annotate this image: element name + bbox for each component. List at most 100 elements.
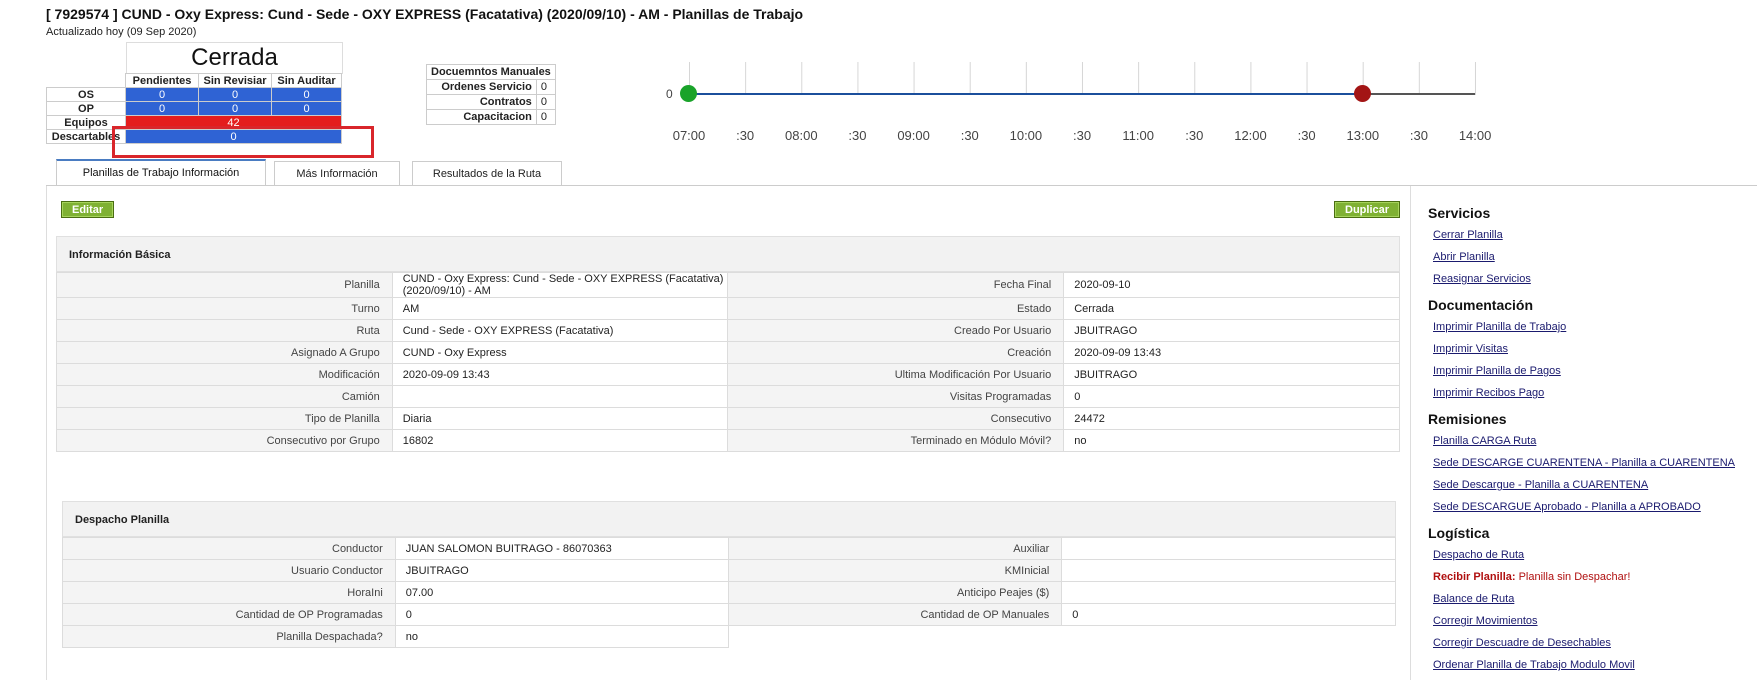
field-label: Asignado A Grupo	[56, 341, 393, 364]
edit-button[interactable]: Editar	[61, 201, 115, 218]
sidebar-link[interactable]: Sede DESCARGE CUARENTENA - Planilla a CU…	[1433, 457, 1735, 469]
tab-mas-informacion[interactable]: Más Información	[274, 161, 400, 185]
field-label: Creado Por Usuario	[727, 319, 1065, 342]
field-label: Usuario Conductor	[62, 559, 396, 582]
sidebar-section-title: Logística	[1428, 525, 1490, 541]
sidebar-section-title: Documentación	[1428, 297, 1534, 313]
tab-resultados-ruta[interactable]: Resultados de la Ruta	[412, 161, 562, 185]
page-title: [ 7929574 ] CUND - Oxy Express: Cund - S…	[46, 6, 804, 22]
field-value: 07.00	[394, 581, 729, 604]
sidebar-link[interactable]: Planilla CARGA Ruta	[1433, 435, 1536, 447]
field-value: JBUITRAGO	[394, 559, 729, 582]
sidebar-link[interactable]: Despacho de Ruta	[1433, 549, 1524, 561]
field-value: JBUITRAGO	[1063, 319, 1400, 342]
timeline-rest-line	[1362, 93, 1475, 95]
timeline-start-value: 0	[666, 87, 673, 101]
field-label: Turno	[56, 297, 393, 320]
dispatch-header: Despacho Planilla	[62, 501, 1396, 537]
timeline-start-marker[interactable]	[680, 85, 697, 102]
field-value: 2020-09-10	[1063, 272, 1400, 298]
field-value: no	[394, 625, 729, 648]
status-state: Cerrada	[126, 42, 343, 74]
field-label: KMInicial	[727, 559, 1063, 582]
sidebar-link[interactable]: Corregir Movimientos	[1433, 615, 1538, 627]
sidebar-section-title: Servicios	[1428, 205, 1491, 221]
duplicate-button[interactable]: Duplicar	[1334, 201, 1401, 218]
sidebar-link[interactable]: Sede Descargue - Planilla a CUARENTENA	[1433, 479, 1648, 491]
row-label-op: OP	[46, 101, 126, 116]
sidebar-link[interactable]: Ordenar Planilla de Trabajo Modulo Movil	[1433, 659, 1635, 671]
sidebar-section-title: Remisiones	[1428, 411, 1507, 427]
timeline-tick-label: 11:00	[1122, 128, 1154, 143]
op-sin-auditar[interactable]: 0	[271, 101, 342, 116]
table-row: Planilla Despachada? no	[62, 625, 1396, 648]
timeline-tick-label: :30	[960, 128, 979, 143]
os-sin-auditar[interactable]: 0	[271, 87, 342, 102]
field-label: Cantidad de OP Manuales	[727, 603, 1063, 626]
field-value: JBUITRAGO	[1063, 363, 1400, 386]
field-label: Auxiliar	[727, 537, 1063, 560]
timeline-tick-label: :30	[1409, 128, 1428, 143]
os-pendientes[interactable]: 0	[125, 87, 199, 102]
table-row: Camión Visitas Programadas 0	[56, 385, 1400, 408]
field-value	[1061, 581, 1396, 604]
timeline-tick-label: 07:00	[672, 128, 706, 143]
doc-label: Ordenes Servicio	[426, 79, 537, 95]
sidebar-link[interactable]: Imprimir Planilla de Trabajo	[1433, 321, 1566, 333]
content-left-border	[46, 186, 47, 680]
field-value	[1061, 537, 1396, 560]
timeline-active-line	[689, 93, 1362, 95]
field-value: 0	[1061, 603, 1396, 626]
timeline-end-marker[interactable]	[1354, 85, 1371, 102]
doc-value: 0	[535, 94, 556, 110]
table-row: Tipo de Planilla Diaria Consecutivo 24472	[56, 407, 1400, 430]
table-row: Consecutivo por Grupo 16802 Terminado en M…	[56, 429, 1400, 452]
timeline-tick-label: :30	[1297, 128, 1316, 143]
table-row: Modificación 2020-09-09 13:43 Ultima Modif…	[56, 363, 1400, 386]
field-label: Ultima Modificación Por Usuario	[727, 363, 1065, 386]
field-label: Conductor	[62, 537, 396, 560]
updated-label: Actualizado hoy (09 Sep 2020)	[46, 26, 197, 38]
field-value	[1061, 559, 1396, 582]
sidebar-link[interactable]: Balance de Ruta	[1433, 593, 1514, 605]
field-label: Anticipo Peajes ($)	[727, 581, 1063, 604]
field-value: 24472	[1063, 407, 1400, 430]
field-label: Estado	[727, 297, 1065, 320]
tab-planillas-info[interactable]: Planillas de Trabajo Información	[56, 159, 266, 185]
field-label: Cantidad de OP Programadas	[62, 603, 396, 626]
doc-label: Capacitacion	[426, 109, 537, 125]
op-pendientes[interactable]: 0	[125, 101, 199, 116]
field-label: HoraIni	[62, 581, 396, 604]
sidebar-link[interactable]: Reasignar Servicios	[1433, 273, 1531, 285]
field-value: CUND - Oxy Express	[391, 341, 729, 364]
manual-docs-title: Docuemntos Manuales	[426, 64, 556, 80]
table-row: Usuario Conductor JBUITRAGO KMInicial	[62, 559, 1396, 582]
sidebar-link[interactable]: Abrir Planilla	[1433, 251, 1495, 263]
sidebar-link[interactable]: Corregir Descuadre de Desechables	[1433, 637, 1611, 649]
manual-docs-table: Docuemntos Manuales Ordenes Servicio 0 Co…	[426, 64, 556, 125]
timeline-tick-label: 08:00	[785, 128, 818, 143]
sidebar-link[interactable]: Imprimir Recibos Pago	[1433, 387, 1544, 399]
table-row: Cantidad de OP Programadas 0 Cantidad de O…	[62, 603, 1396, 626]
timeline-tick-label: 14:00	[1458, 128, 1492, 143]
table-row: Ruta Cund - Sede - OXY EXPRESS (Facatativ…	[56, 319, 1400, 342]
doc-value: 0	[535, 79, 556, 95]
sidebar-divider	[1410, 186, 1411, 680]
sidebar-link[interactable]: Cerrar Planilla	[1433, 229, 1503, 241]
sidebar-link[interactable]: Imprimir Planilla de Pagos	[1433, 365, 1561, 377]
field-value: 0	[394, 603, 729, 626]
field-label: Planilla	[56, 272, 393, 298]
op-sin-revisiar[interactable]: 0	[198, 101, 272, 116]
sidebar-link[interactable]: Sede DESCARGUE Aprobado - Planilla a APR…	[1433, 501, 1701, 513]
field-value: Diaria	[391, 407, 729, 430]
sidebar-warning[interactable]: Recibir Planilla: Planilla sin Despachar…	[1433, 571, 1630, 583]
field-value: AM	[391, 297, 729, 320]
table-row: Asignado A Grupo CUND - Oxy Express Creaci…	[56, 341, 1400, 364]
field-label: Planilla Despachada?	[62, 625, 396, 648]
os-sin-revisiar[interactable]: 0	[198, 87, 272, 102]
sidebar-link[interactable]: Imprimir Visitas	[1433, 343, 1508, 355]
field-value: JUAN SALOMON BUITRAGO - 86070363	[394, 537, 729, 560]
field-label: Fecha Final	[727, 272, 1065, 298]
table-row: Turno AM Estado Cerrada	[56, 297, 1400, 320]
doc-label: Contratos	[426, 94, 537, 110]
